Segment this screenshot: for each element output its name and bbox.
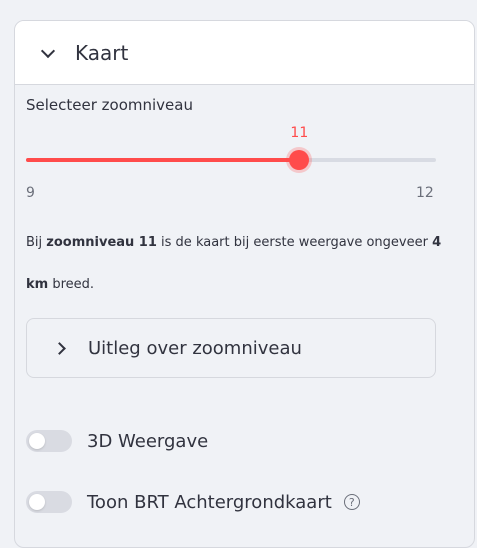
slider-track-fill — [26, 158, 300, 162]
info-suffix: breed. — [48, 277, 95, 292]
zoom-slider-label: Selecteer zoomniveau — [26, 96, 193, 114]
zoom-explanation-expander[interactable]: Uitleg over zoomniveau — [26, 318, 436, 378]
info-prefix: Bij — [26, 235, 47, 250]
slider-thumb[interactable] — [289, 150, 310, 170]
zoom-info-text: Bij zoomniveau 11 is de kaart bij eerste… — [26, 222, 446, 306]
chevron-down-icon — [40, 43, 56, 58]
toggle-3d-label: 3D Weergave — [87, 430, 209, 452]
toggle-brt-label: Toon BRT Achtergrondkaart — [87, 491, 332, 513]
toggle-brt-background[interactable] — [26, 491, 72, 513]
slider-min-label: 9 — [26, 185, 35, 201]
toggle-row-brt: Toon BRT Achtergrondkaart ? — [26, 491, 360, 513]
kaart-expander-header[interactable]: Kaart — [15, 21, 474, 85]
slider-max-label: 12 — [416, 185, 434, 201]
info-zoom-bold: zoomniveau 11 — [46, 235, 157, 250]
zoom-slider[interactable] — [26, 150, 436, 170]
zoom-slider-value: 11 — [290, 125, 309, 141]
toggle-row-3d: 3D Weergave — [26, 430, 208, 452]
toggle-3d-view[interactable] — [26, 430, 72, 452]
panel-title: Kaart — [75, 40, 129, 65]
expander-label: Uitleg over zoomniveau — [88, 337, 302, 359]
question-circle-icon[interactable]: ? — [343, 494, 360, 510]
chevron-right-icon — [53, 341, 66, 355]
info-middle: is de kaart bij eerste weergave ongeveer — [156, 235, 433, 250]
